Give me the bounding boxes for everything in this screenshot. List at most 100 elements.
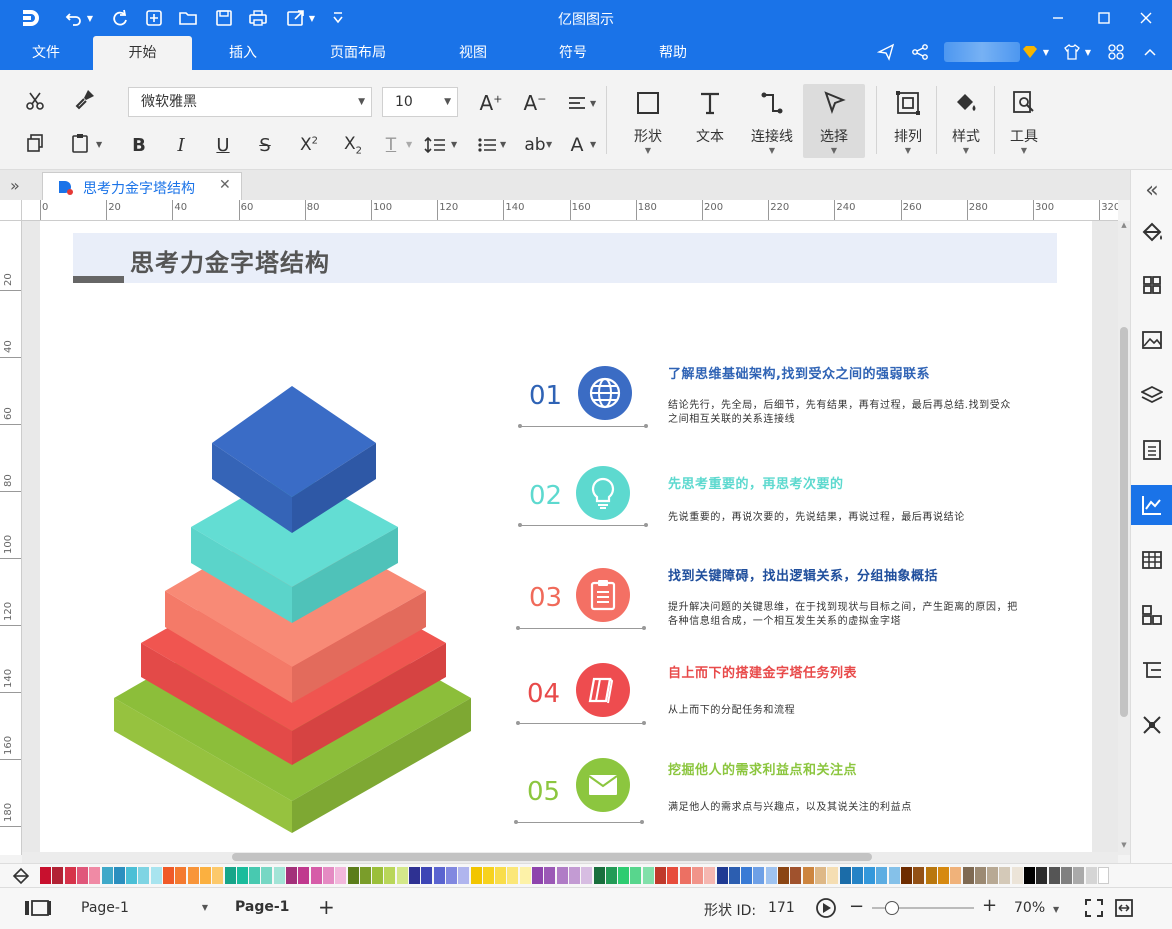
color-swatch[interactable] — [1060, 867, 1072, 884]
menu-tab-help[interactable]: 帮助 — [640, 36, 706, 70]
color-swatch[interactable] — [249, 867, 261, 884]
color-swatch[interactable] — [950, 867, 962, 884]
color-swatch[interactable] — [778, 867, 789, 884]
color-swatch[interactable] — [605, 867, 617, 884]
layers-icon[interactable] — [1131, 375, 1172, 415]
color-swatch[interactable] — [1085, 867, 1097, 884]
zoom-in-icon[interactable]: + — [982, 895, 997, 916]
mind-map-icon[interactable] — [1131, 705, 1172, 745]
color-swatch[interactable] — [679, 867, 691, 884]
menu-tab-home[interactable]: 开始 — [93, 36, 192, 70]
color-swatch[interactable] — [790, 867, 802, 884]
undo-dropdown-icon[interactable]: ▼ — [84, 6, 96, 30]
subscript-icon[interactable]: X2 — [338, 130, 368, 160]
text-style-icon[interactable]: T — [376, 130, 406, 160]
color-swatch[interactable] — [199, 867, 211, 884]
color-swatch[interactable] — [913, 867, 925, 884]
color-swatch[interactable] — [1048, 867, 1060, 884]
cut-icon[interactable] — [20, 86, 50, 116]
color-swatch[interactable] — [1073, 867, 1085, 884]
open-folder-icon[interactable] — [176, 6, 200, 30]
color-swatch[interactable] — [851, 867, 863, 884]
page-thumbnails-icon[interactable] — [24, 899, 52, 921]
color-swatch[interactable] — [187, 867, 199, 884]
color-swatch[interactable] — [544, 867, 556, 884]
color-swatch[interactable] — [236, 867, 248, 884]
color-swatch[interactable] — [273, 867, 285, 884]
font-color-icon[interactable]: A — [562, 130, 592, 160]
color-swatch[interactable] — [962, 867, 974, 884]
color-swatch[interactable] — [495, 867, 507, 884]
zoom-dropdown-icon[interactable]: ▼ — [1053, 905, 1059, 914]
color-swatch[interactable] — [901, 867, 912, 884]
color-swatch[interactable] — [1024, 867, 1035, 884]
color-swatch[interactable] — [741, 867, 753, 884]
symbol-library-icon[interactable] — [1131, 265, 1172, 305]
send-icon[interactable] — [874, 40, 898, 64]
color-swatch[interactable] — [372, 867, 384, 884]
format-painter-icon[interactable] — [70, 84, 100, 114]
font-size-select[interactable]: 10 ▼ — [382, 87, 458, 117]
color-swatch[interactable] — [76, 867, 88, 884]
document-tab[interactable]: 思考力金字塔结构 ✕ — [42, 172, 242, 200]
menu-tab-insert[interactable]: 插入 — [210, 36, 276, 70]
font-color-dropdown-icon[interactable]: ▼ — [590, 140, 596, 149]
select-button[interactable]: 选择 ▼ — [803, 84, 865, 158]
color-swatch[interactable] — [814, 867, 826, 884]
color-swatch[interactable] — [728, 867, 740, 884]
collapse-panel-icon[interactable]: « — [1131, 170, 1172, 210]
play-presentation-icon[interactable] — [815, 897, 837, 923]
app-logo-icon[interactable] — [18, 6, 42, 30]
color-swatch[interactable] — [704, 867, 716, 884]
expand-library-icon[interactable]: » — [10, 176, 20, 195]
text-case-dropdown-icon[interactable]: ▼ — [546, 140, 552, 149]
collapse-ribbon-icon[interactable] — [1138, 40, 1162, 64]
color-swatch[interactable] — [458, 867, 470, 884]
connector-button[interactable]: 连接线 ▼ — [744, 84, 800, 158]
drawing-page[interactable]: 思考力金字塔结构 01 了解思维基础架构,找到受众之间的强弱联系 结论先行，先全… — [40, 221, 1092, 855]
color-swatch[interactable] — [138, 867, 150, 884]
text-style-dropdown-icon[interactable]: ▼ — [406, 140, 412, 149]
fill-color-icon[interactable] — [12, 867, 30, 889]
color-swatch[interactable] — [175, 867, 187, 884]
color-swatch[interactable] — [470, 867, 482, 884]
color-swatch[interactable] — [335, 867, 347, 884]
align-dropdown-icon[interactable]: ▼ — [590, 99, 596, 108]
tools-button[interactable]: 工具 ▼ — [996, 84, 1052, 158]
close-icon[interactable] — [1134, 6, 1158, 30]
skin-shirt-icon[interactable] — [1060, 40, 1084, 64]
color-swatch[interactable] — [999, 867, 1011, 884]
zoom-out-icon[interactable]: − — [849, 896, 864, 917]
menu-tab-file[interactable]: 文件 — [16, 36, 76, 70]
color-swatch[interactable] — [888, 867, 900, 884]
color-swatch[interactable] — [667, 867, 679, 884]
color-swatch[interactable] — [753, 867, 765, 884]
align-icon[interactable] — [562, 88, 592, 118]
color-swatch[interactable] — [519, 867, 531, 884]
apps-grid-icon[interactable] — [1104, 40, 1128, 64]
save-icon[interactable] — [212, 6, 236, 30]
horizontal-scrollbar[interactable] — [22, 852, 1118, 863]
fit-width-icon[interactable] — [1114, 898, 1134, 922]
color-swatch[interactable] — [421, 867, 433, 884]
color-swatch[interactable] — [568, 867, 580, 884]
color-swatch[interactable] — [581, 867, 593, 884]
color-swatch[interactable] — [113, 867, 125, 884]
vertical-scrollbar[interactable]: ▲ ▼ — [1118, 221, 1130, 855]
color-swatch[interactable] — [937, 867, 949, 884]
page-tab[interactable]: Page-1 — [235, 899, 289, 915]
copy-icon[interactable] — [20, 128, 50, 158]
paste-dropdown-icon[interactable]: ▼ — [96, 140, 102, 149]
color-swatch[interactable] — [101, 867, 113, 884]
color-swatch[interactable] — [765, 867, 777, 884]
fit-page-icon[interactable] — [1084, 898, 1104, 922]
new-file-icon[interactable] — [142, 6, 166, 30]
color-swatch[interactable] — [864, 867, 876, 884]
share-icon[interactable] — [908, 40, 932, 64]
zoom-level[interactable]: 70% — [1014, 900, 1045, 916]
outline-icon[interactable] — [1131, 650, 1172, 690]
color-swatch[interactable] — [802, 867, 814, 884]
fill-bucket-icon[interactable] — [1131, 212, 1172, 252]
color-swatch[interactable] — [716, 867, 728, 884]
color-swatch[interactable] — [89, 867, 101, 884]
